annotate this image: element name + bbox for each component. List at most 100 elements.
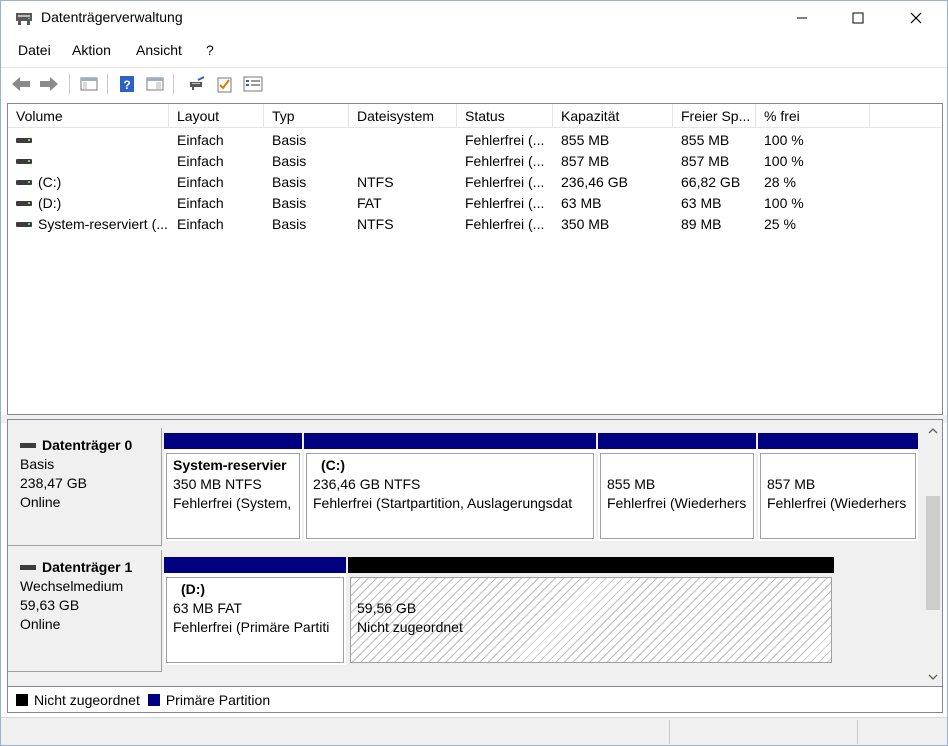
column-header-typ[interactable]: Typ [264,104,349,128]
cell-dateisystem [349,151,457,172]
table-row[interactable]: (D:) Einfach Basis FAT Fehlerfrei (... 6… [8,193,942,214]
close-button[interactable] [893,1,939,35]
legend-item-unallocated: Nicht zugeordnet [16,692,140,708]
menu-help[interactable]: ? [206,42,214,58]
back-button[interactable] [9,72,33,96]
cell-kapazitaet: 350 MB [561,216,610,232]
table-row[interactable]: (C:) Einfach Basis NTFS Fehlerfrei (... … [8,172,942,193]
partition-status: Fehlerfrei (Wiederhers [767,495,907,511]
cell-prozent-frei: 28 % [764,174,796,190]
partition-recovery-2[interactable]: 857 MB Fehlerfrei (Wiederhers [758,433,918,541]
maximize-button[interactable] [835,1,881,35]
close-icon [910,12,922,24]
cell-prozent-frei: 100 % [764,195,804,211]
volume-list[interactable]: Volume Layout Typ Dateisystem Status Kap… [7,103,943,415]
partition-size: 63 MB FAT [173,600,242,616]
volume-icon [16,221,32,227]
disk-0-label[interactable]: Datenträger 0 Basis 238,47 GB Online [8,428,162,546]
connect-icon [190,76,205,90]
legend-label-primary: Primäre Partition [165,691,271,708]
partition-size: 855 MB [607,476,656,492]
disk-icon [20,443,36,448]
disk-1-name: Datenträger 1 [42,559,133,575]
partition-unallocated[interactable]: 59,56 GB Nicht zugeordnet [348,557,834,665]
console-tree-icon [80,77,98,91]
disk-1-label[interactable]: Datenträger 1 Wechselmedium 59,63 GB Onl… [8,550,162,672]
connect-button[interactable] [185,72,209,96]
menu-aktion[interactable]: Aktion [72,42,111,58]
settings-list-button[interactable] [241,72,265,96]
cell-layout: Einfach [177,216,224,232]
disk-row-0: Datenträger 0 Basis 238,47 GB Online Sys… [8,428,926,546]
forward-button[interactable] [37,72,61,96]
scroll-up-button[interactable] [924,422,942,440]
chevron-down-icon [928,674,938,680]
cell-volume: (C:) [8,172,169,193]
cell-kapazitaet: 63 MB [561,195,602,211]
toolbar-separator [107,74,108,94]
partition-title [607,456,753,475]
cell-dateisystem [349,130,457,151]
cell-layout: Einfach [177,195,224,211]
table-row[interactable]: Einfach Basis Fehlerfrei (... 855 MB 855… [8,130,942,151]
partition-body: 855 MB Fehlerfrei (Wiederhers [600,453,754,539]
checklist-button[interactable] [213,72,237,96]
partition-bar [348,557,834,573]
help-button[interactable]: ? [115,72,139,96]
partition-body: 857 MB Fehlerfrei (Wiederhers [760,453,916,539]
cell-freier-speicher: 66,82 GB [681,174,741,190]
disk-map-scrollbar[interactable] [924,420,942,686]
toolbar-separator [69,74,70,94]
partition-bar [164,433,302,449]
disk-icon [20,565,36,570]
help-icon: ? [120,76,134,92]
cell-typ: Basis [272,132,307,148]
window-title: Datenträgerverwaltung [41,9,183,25]
properties-icon [146,77,164,91]
table-row[interactable]: Einfach Basis Fehlerfrei (... 857 MB 857… [8,151,942,172]
volume-icon [16,200,32,206]
partition-d[interactable]: (D:) 63 MB FAT Fehlerfrei (Primäre Parti… [164,557,346,665]
column-header-kapazitaet[interactable]: Kapazität [553,104,673,128]
column-header-dateisystem[interactable]: Dateisystem [349,104,457,128]
cell-kapazitaet: 857 MB [561,153,610,169]
disk-0-size: 238,47 GB [20,475,87,491]
partition-title: System-reservier [173,457,287,473]
menu-datei[interactable]: Datei [18,42,51,58]
disk-1-type: Wechselmedium [20,578,124,594]
partition-size: 59,56 GB [357,600,417,616]
partition-size: 350 MB NTFS [173,476,262,492]
disk-management-app-icon [16,13,32,25]
disk-management-window: Datenträgerverwaltung Datei Aktion Ansic… [0,0,948,746]
cell-prozent-frei: 100 % [764,132,804,148]
column-header-prozent-frei[interactable]: % frei [756,104,870,128]
minimize-button[interactable] [779,1,825,35]
cell-typ: Basis [272,153,307,169]
console-tree-button[interactable] [77,72,101,96]
table-row[interactable]: System-reserviert (... Einfach Basis NTF… [8,214,942,235]
partition-system-reserved[interactable]: System-reservier 350 MB NTFS Fehlerfrei … [164,433,302,541]
disk-0-name: Datenträger 0 [42,437,133,453]
column-header-layout[interactable]: Layout [169,104,264,128]
disk-1-size: 59,63 GB [20,597,80,613]
menu-ansicht[interactable]: Ansicht [136,42,182,58]
cell-status: Fehlerfrei (... [465,195,545,211]
column-header-volume[interactable]: Volume [8,104,169,128]
partition-c[interactable]: (C:) 236,46 GB NTFS Fehlerfrei (Startpar… [304,433,596,541]
title-bar: Datenträgerverwaltung [1,1,947,35]
status-bar [1,717,947,745]
back-arrow-icon [12,77,30,91]
column-header-status[interactable]: Status [457,104,553,128]
scroll-thumb[interactable] [926,496,940,610]
column-header-freier-speicher[interactable]: Freier Sp... [673,104,756,128]
disk-0-type: Basis [20,456,55,472]
status-separator [857,720,858,744]
cell-layout: Einfach [177,132,224,148]
cell-status: Fehlerfrei (... [465,132,545,148]
cell-typ: Basis [272,174,307,190]
scroll-down-button[interactable] [924,668,942,686]
legend-swatch-primary [147,693,160,706]
cell-status: Fehlerfrei (... [465,153,545,169]
partition-recovery-1[interactable]: 855 MB Fehlerfrei (Wiederhers [598,433,756,541]
properties-button[interactable] [143,72,167,96]
